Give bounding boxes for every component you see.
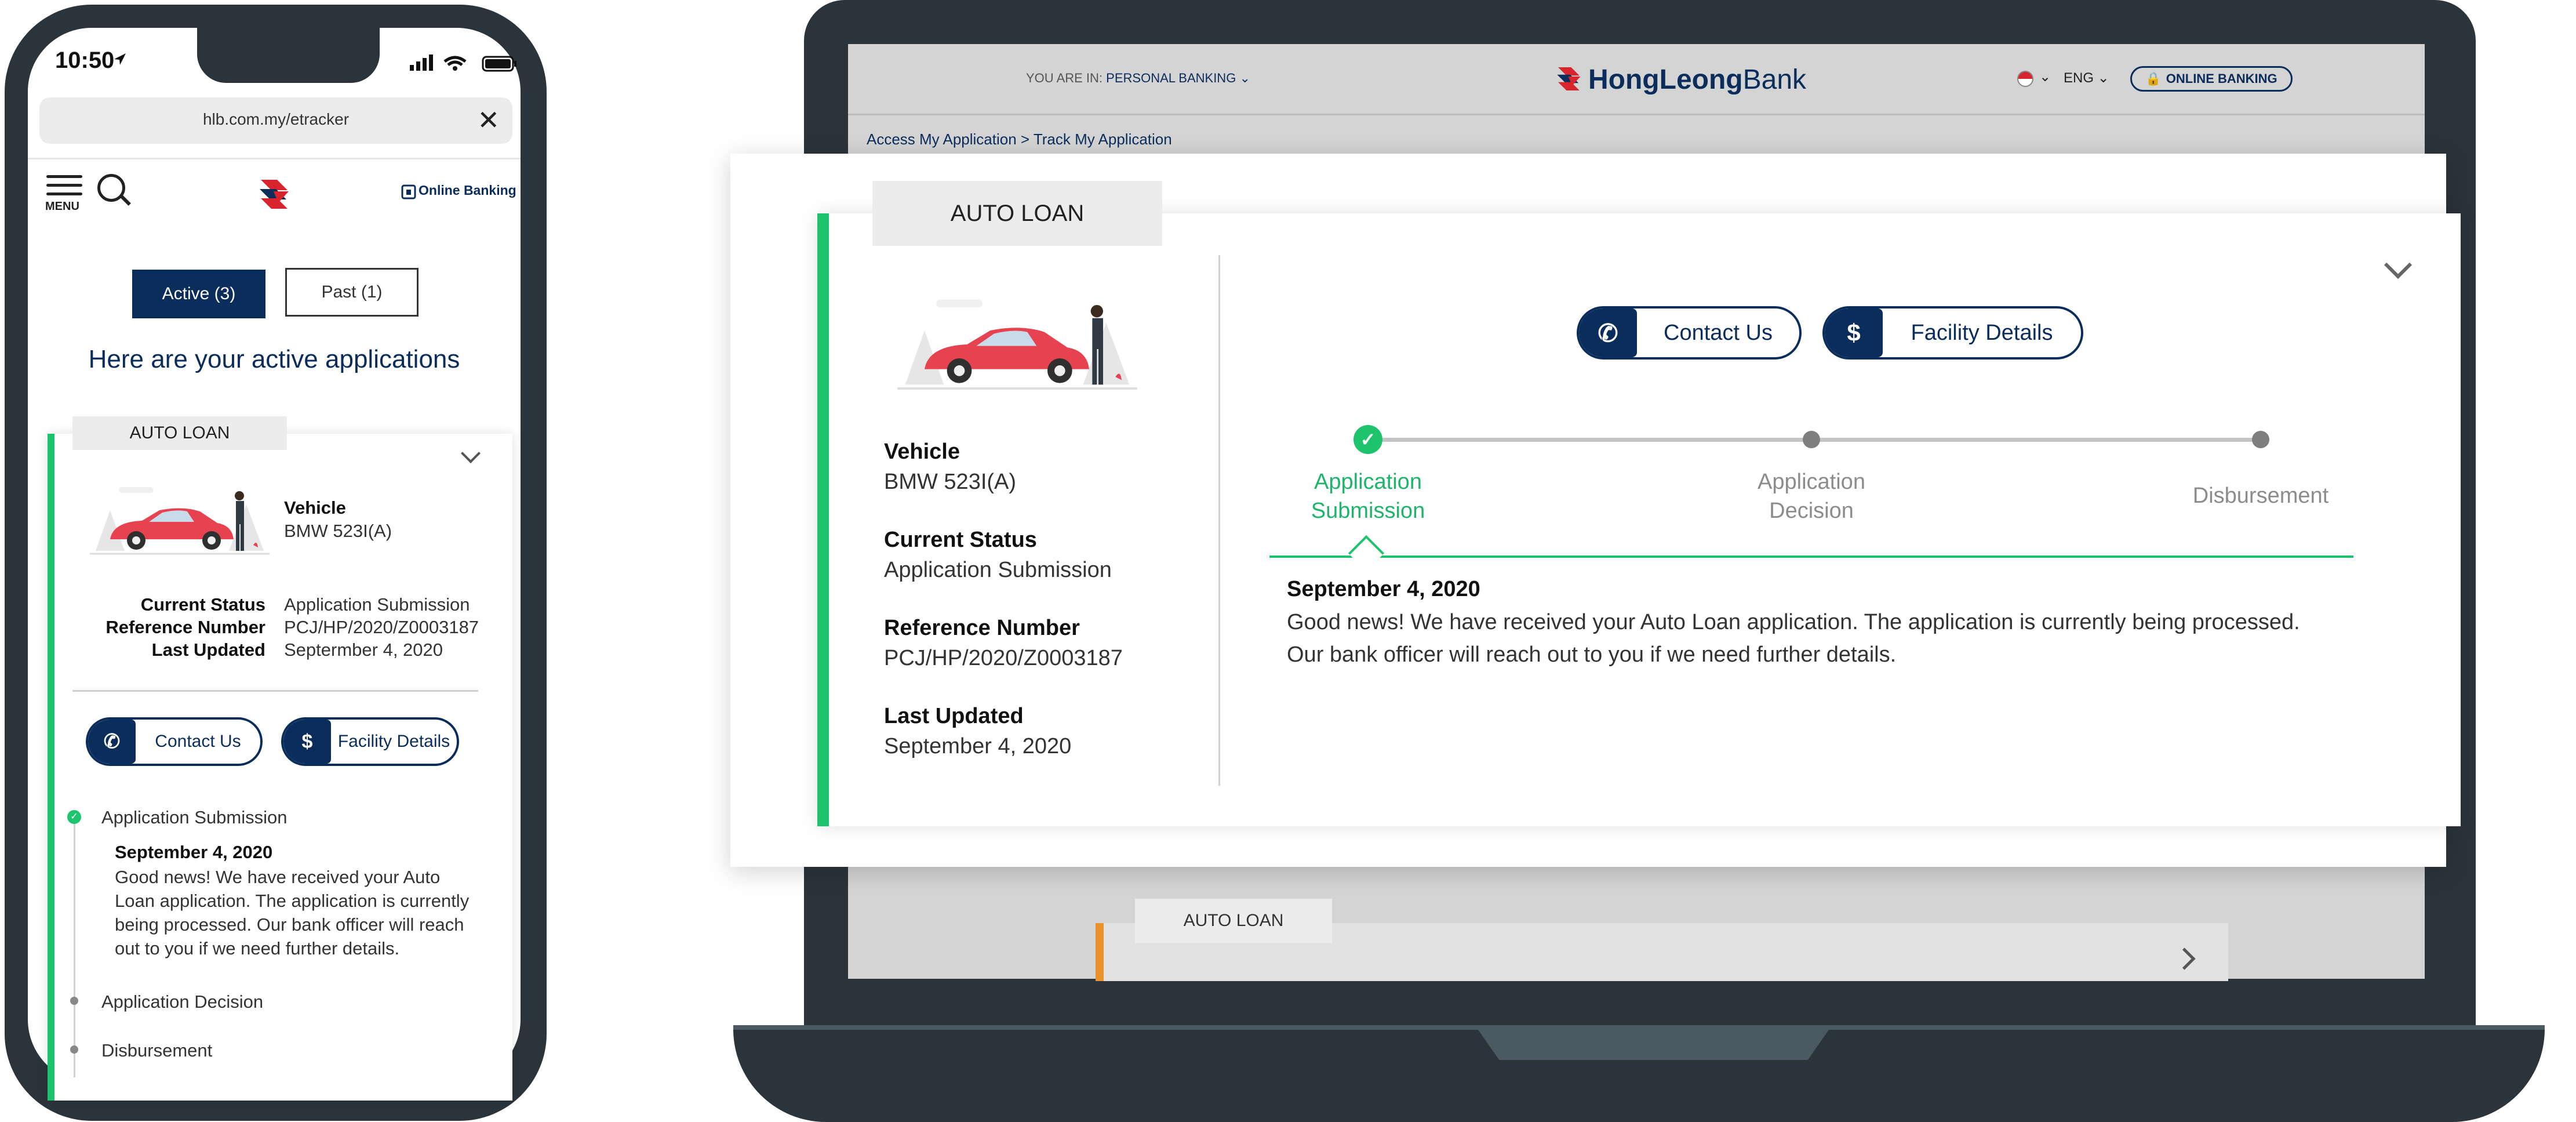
brand-wordmark: HongLeongBank	[1588, 64, 1807, 95]
hlb-logo-icon[interactable]	[255, 174, 296, 215]
hlb-logo-icon[interactable]	[1553, 63, 1586, 95]
card-column-divider	[1218, 255, 1220, 786]
contact-us-label: Contact Us	[155, 732, 241, 751]
check-icon: ✓	[1354, 425, 1382, 454]
tab-past[interactable]: Past (1)	[285, 268, 419, 317]
segment-value: PERSONAL BANKING	[1106, 71, 1236, 85]
status-label: Current Status	[884, 528, 1037, 552]
flag-icon[interactable]	[2017, 71, 2033, 87]
phone-icon: ✆	[1579, 308, 1637, 357]
facility-details-label: Facility Details	[337, 732, 450, 751]
laptop-base-edge	[733, 1025, 2545, 1030]
updated-value: Septermber 4, 2020	[284, 640, 443, 660]
reference-label: Reference Number	[105, 617, 265, 637]
timeline-step-submission: Application Submission	[101, 807, 288, 827]
stage-dot	[1803, 431, 1820, 448]
lock-icon: 🔒	[2145, 71, 2162, 86]
status-label: Current Status	[140, 594, 265, 615]
message-date: September 4, 2020	[1287, 577, 1480, 601]
reference-value: PCJ/HP/2020/Z0003187	[284, 617, 479, 637]
vehicle-value: BMW 523I(A)	[884, 470, 1017, 494]
applications-heading: Here are your active applications	[88, 345, 460, 373]
message-text: Good news! We have received your Auto Lo…	[115, 867, 470, 958]
laptop-trackpad-notch	[1478, 1030, 1829, 1060]
vehicle-label: Vehicle	[884, 440, 960, 464]
facility-details-button[interactable]: $ Facility Details	[1822, 306, 2083, 360]
timeline-step-disbursement: Disbursement	[101, 1040, 213, 1061]
vehicle-label: Vehicle	[284, 498, 346, 518]
reference-label: Reference Number	[884, 616, 1080, 640]
card-divider	[72, 690, 478, 692]
menu-label: MENU	[45, 200, 79, 213]
segment-prefix: YOU ARE IN:	[1026, 71, 1103, 85]
tab-active[interactable]: Active (3)	[132, 270, 265, 318]
stage-disbursement[interactable]: Disbursement	[2156, 481, 2365, 510]
message-text: Good news! We have received your Auto Lo…	[1287, 610, 2300, 667]
online-banking-link[interactable]: Online Banking	[419, 183, 516, 198]
phone-notch	[197, 28, 380, 83]
contact-us-button[interactable]: ✆ Contact Us	[86, 717, 263, 766]
chevron-down-icon: ⌄	[1239, 71, 1250, 85]
vehicle-value: BMW 523I(A)	[284, 521, 392, 541]
car-illustration	[90, 487, 270, 555]
timeline-dot	[70, 997, 78, 1005]
contact-us-button[interactable]: ✆ Contact Us	[1577, 306, 1802, 360]
status-value: Application Submission	[884, 558, 1112, 582]
header-divider	[848, 114, 2425, 115]
secondary-loan-badge: AUTO LOAN	[1135, 899, 1332, 943]
check-icon: ✓	[67, 810, 81, 824]
updated-value: September 4, 2020	[884, 734, 1072, 758]
online-banking-button[interactable]: 🔒 ONLINE BANKING	[2130, 66, 2293, 92]
contact-us-label: Contact Us	[1664, 320, 1773, 345]
facility-details-label: Facility Details	[1911, 320, 2053, 345]
phone-icon: ✆	[88, 720, 136, 764]
status-value: Application Submission	[284, 594, 470, 615]
timeline-dot	[70, 1045, 78, 1054]
stage-submission[interactable]: Application Submission	[1281, 467, 1455, 525]
hamburger-menu-icon[interactable]	[46, 175, 82, 201]
dollar-icon: $	[283, 720, 331, 764]
message-date: September 4, 2020	[115, 842, 273, 862]
dollar-icon: $	[1825, 308, 1883, 357]
stage-dot	[2252, 431, 2269, 448]
updated-label: Last Updated	[884, 704, 1024, 728]
timeline-line	[74, 816, 75, 1077]
loan-type-badge: AUTO LOAN	[72, 416, 287, 450]
breadcrumb[interactable]: Access My Application > Track My Applica…	[867, 130, 1172, 148]
lock-icon	[401, 184, 416, 199]
segment-selector[interactable]: YOU ARE IN: PERSONAL BANKING ⌄	[1026, 71, 1250, 86]
loan-type-badge: AUTO LOAN	[872, 181, 1162, 246]
stage-decision[interactable]: Application Decision	[1724, 467, 1898, 525]
location-arrow-icon	[114, 53, 126, 65]
stage-detail-divider	[1269, 555, 2353, 558]
address-url: hlb.com.my/etracker	[202, 110, 350, 128]
status-indicators-icon	[410, 55, 516, 72]
timeline-step-decision: Application Decision	[101, 992, 264, 1012]
reference-value: PCJ/HP/2020/Z0003187	[884, 646, 1123, 670]
chevron-down-icon[interactable]: ⌄	[2039, 68, 2051, 85]
status-time: 10:50	[55, 48, 115, 73]
car-illustration	[897, 299, 1137, 390]
close-icon[interactable]: ✕	[477, 104, 500, 136]
nav-divider	[28, 158, 521, 159]
address-bar[interactable]: hlb.com.my/etracker ✕	[39, 97, 512, 144]
facility-details-button[interactable]: $ Facility Details	[281, 717, 459, 766]
language-selector[interactable]: ENG ⌄	[2064, 70, 2109, 86]
updated-label: Last Updated	[151, 640, 265, 660]
